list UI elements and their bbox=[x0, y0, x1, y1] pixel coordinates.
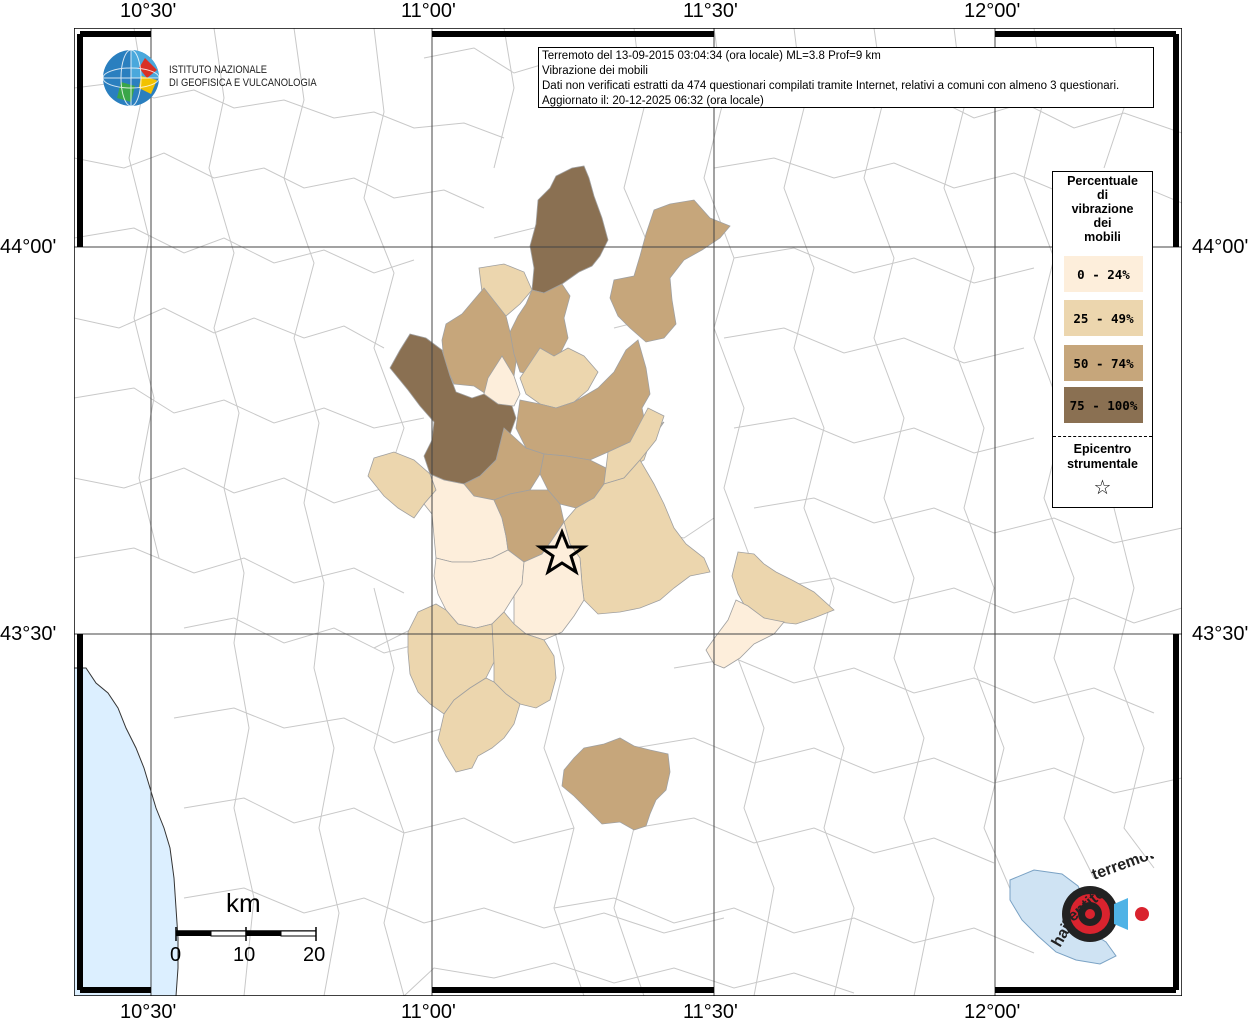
event-data-note: Dati non verificati estratti da 474 ques… bbox=[542, 80, 1120, 92]
legend-item-0-24: 0 - 24% bbox=[1064, 256, 1143, 292]
epicenter-label-line2: strumentale bbox=[1067, 457, 1138, 471]
top-tick-3: 11°30' bbox=[683, 0, 738, 22]
bottom-tick-3: 11°30' bbox=[683, 1001, 738, 1023]
scale-label-20: 20 bbox=[303, 944, 326, 966]
event-updated: Aggiornato il: 20-12-2025 06:32 (ora loc… bbox=[542, 95, 764, 107]
legend-title-line2: di bbox=[1096, 188, 1109, 202]
left-tick-1: 44°00' bbox=[0, 236, 57, 258]
legend-separator bbox=[1053, 436, 1152, 437]
top-tick-4: 12°00' bbox=[964, 0, 1021, 22]
scale-bar bbox=[175, 927, 317, 941]
legend-title-line3: vibrazione bbox=[1071, 202, 1134, 216]
legend-item-75-100: 75 - 100% bbox=[1064, 387, 1143, 423]
event-title: Terremoto del 13-09-2015 03:04:34 (ora l… bbox=[542, 50, 881, 62]
legend-item-25-49: 25 - 49% bbox=[1064, 300, 1143, 336]
right-tick-2: 43°30' bbox=[1192, 623, 1249, 645]
event-subtitle: Vibrazione dei mobili bbox=[542, 65, 648, 77]
haisentito-logo-icon: hai sentito terremoto bbox=[1009, 856, 1154, 965]
bottom-tick-4: 12°00' bbox=[964, 1001, 1021, 1023]
left-tick-2: 43°30' bbox=[0, 623, 57, 645]
institute-line1: ISTITUTO NAZIONALE bbox=[169, 64, 268, 76]
svg-text:terremoto: terremoto bbox=[1090, 856, 1154, 884]
event-info-box: Terremoto del 13-09-2015 03:04:34 (ora l… bbox=[538, 47, 1154, 108]
scale-label-10: 10 bbox=[233, 944, 256, 966]
legend-title-line4: dei bbox=[1093, 216, 1112, 230]
bottom-tick-1: 10°30' bbox=[120, 1001, 177, 1023]
epicenter-label-line1: Epicentro bbox=[1073, 442, 1132, 456]
map-frame[interactable] bbox=[74, 28, 1182, 996]
institute-line2: DI GEOFISICA E VULCANOLOGIA bbox=[169, 77, 317, 89]
ingv-globe-icon bbox=[102, 49, 160, 107]
legend-item-50-74: 50 - 74% bbox=[1064, 345, 1143, 381]
legend-title-line5: mobili bbox=[1084, 230, 1121, 244]
epicenter-legend-star-icon: ☆ bbox=[1093, 477, 1112, 499]
bottom-tick-2: 11°00' bbox=[401, 1001, 456, 1023]
scale-label-0: 0 bbox=[170, 944, 182, 966]
epicenter-legend-label: Epicentro strumentale bbox=[1053, 442, 1152, 472]
legend-title: Percentuale di vibrazione dei mobili bbox=[1053, 174, 1152, 244]
right-tick-1: 44°00' bbox=[1192, 236, 1249, 258]
institute-name: ISTITUTO NAZIONALE DI GEOFISICA E VULCAN… bbox=[169, 64, 317, 90]
scale-unit: km bbox=[226, 888, 261, 918]
top-tick-1: 10°30' bbox=[120, 0, 177, 22]
top-tick-2: 11°00' bbox=[401, 0, 456, 22]
legend: Percentuale di vibrazione dei mobili 0 -… bbox=[1052, 171, 1153, 508]
legend-title-line1: Percentuale bbox=[1067, 174, 1138, 188]
